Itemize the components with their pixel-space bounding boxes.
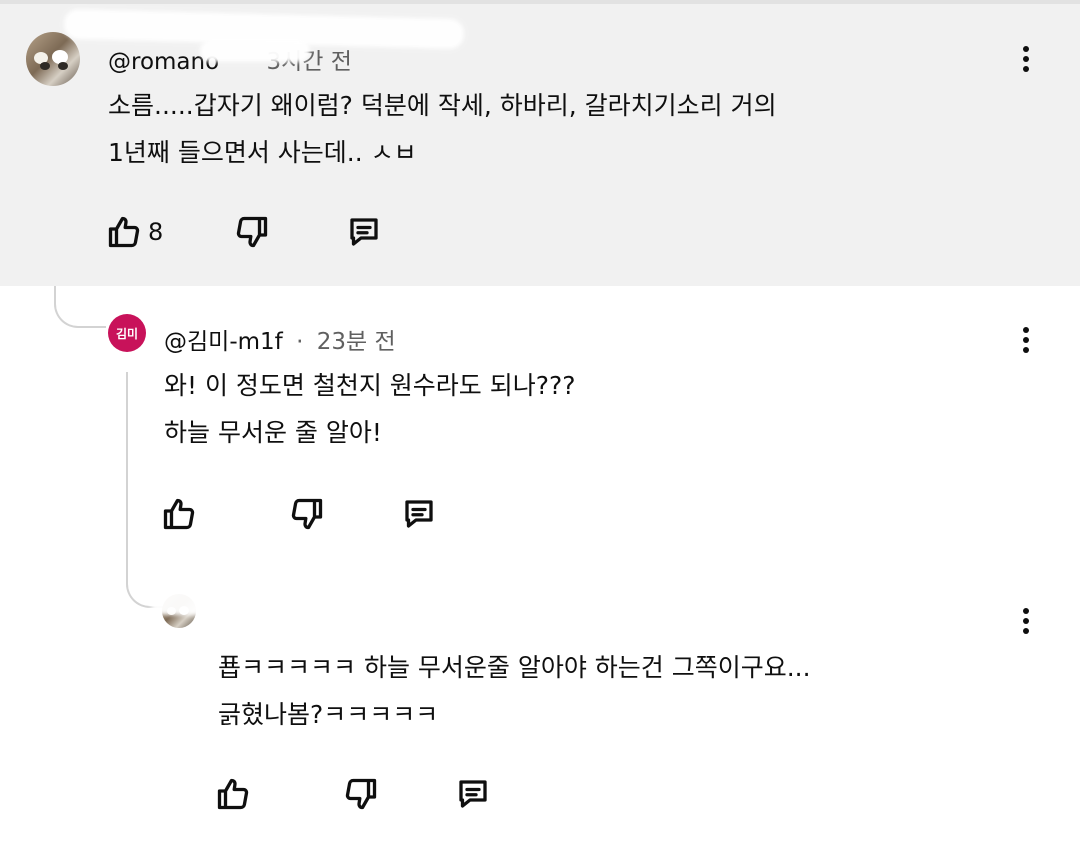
comment-text: 소름.....갑자기 왜이럼? 덕분에 작세, 하바리, 갈라치기소리 거의 1… [108, 91, 777, 167]
reply-icon [459, 780, 487, 808]
reply-button[interactable] [401, 496, 437, 532]
comment-text: 와! 이 정도면 철천지 원수라도 되나??? 하늘 무서운 줄 알아! [164, 371, 576, 447]
thread-connector [54, 286, 106, 328]
comment-meta: @김미-m1f · 23분 전 [164, 329, 396, 355]
comment-time: 23분 전 [316, 329, 396, 355]
more-vert-icon[interactable] [1021, 608, 1031, 634]
comment-text: 푭ㅋㅋㅋㅋㅋ 하늘 무서운줄 알아야 하는건 그쪽이구요... 긁혔나봄?ㅋㅋㅋ… [218, 653, 811, 729]
more-vert-icon[interactable] [1021, 327, 1031, 353]
dislike-button[interactable] [343, 776, 379, 812]
like-button[interactable]: 8 [106, 214, 163, 250]
thumbs-down-icon [291, 498, 323, 530]
redaction-scribble [149, 588, 543, 622]
avatar[interactable] [26, 32, 80, 86]
reply-icon [405, 500, 433, 528]
comment-author[interactable]: @김미-m1f [164, 329, 283, 355]
more-vert-icon[interactable] [1021, 46, 1031, 72]
avatar[interactable]: 김미 [108, 314, 146, 352]
thumbs-down-icon [236, 216, 268, 248]
like-button[interactable] [215, 776, 251, 812]
thumbs-up-icon [217, 778, 249, 810]
reply-button[interactable] [455, 776, 491, 812]
like-button[interactable] [161, 496, 197, 532]
thumbs-up-icon [163, 498, 195, 530]
reply-icon [350, 218, 378, 246]
like-count: 8 [148, 218, 164, 246]
dislike-button[interactable] [289, 496, 325, 532]
thread-connector [126, 372, 166, 608]
dislike-button[interactable] [234, 214, 270, 250]
reply-button[interactable] [346, 214, 382, 250]
thumbs-down-icon [345, 778, 377, 810]
redaction-scribble [200, 40, 310, 62]
thumbs-up-icon [108, 216, 140, 248]
